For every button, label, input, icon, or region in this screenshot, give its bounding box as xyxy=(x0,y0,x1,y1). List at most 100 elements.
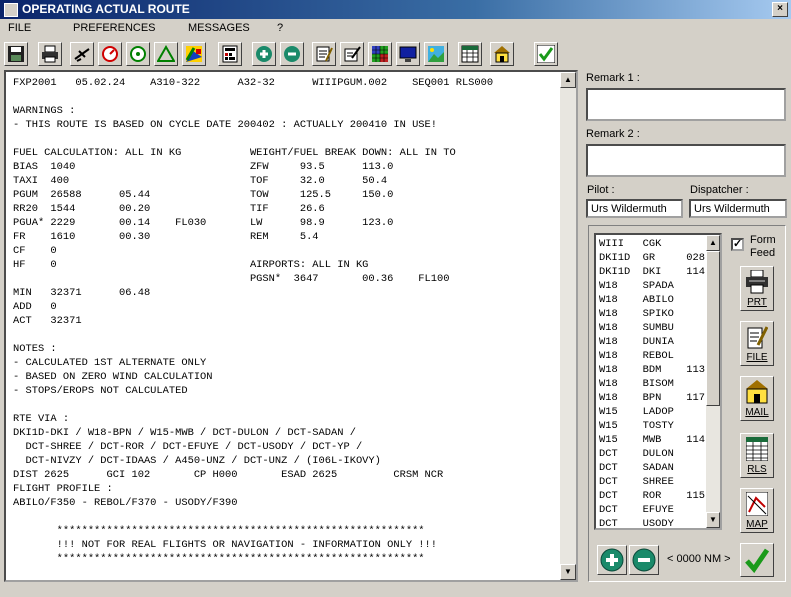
add-waypoint-button[interactable] xyxy=(597,545,627,575)
route-list-item[interactable]: W15 LADOP xyxy=(599,406,674,418)
route-list-item[interactable]: DCT EFUYE xyxy=(599,504,674,516)
dispatcher-field[interactable]: Urs Wildermuth xyxy=(689,199,787,218)
route-list-item[interactable]: DCT SHREE xyxy=(599,476,674,488)
route-list-item[interactable]: DCT USODY xyxy=(599,518,674,528)
route-list-item[interactable]: W15 TOSTY xyxy=(599,420,674,432)
route-text-line xyxy=(13,328,563,342)
calculator-icon xyxy=(222,45,238,63)
zoom-in-icon xyxy=(256,46,272,62)
ok-button[interactable] xyxy=(740,543,774,577)
route-text-line: ****************************************… xyxy=(13,553,425,565)
form-feed-checkbox[interactable]: ✓ xyxy=(731,238,744,251)
route-list-item[interactable]: W18 SUMBU xyxy=(599,322,674,334)
remark2-label: Remark 2 : xyxy=(586,128,640,140)
big-check-icon xyxy=(745,548,770,573)
list-scroll-up-button[interactable]: ▲ xyxy=(706,235,720,251)
scroll-down-button[interactable]: ▼ xyxy=(560,564,576,580)
route-list-item[interactable]: W15 MWB 114 xyxy=(599,434,705,446)
menu-preferences[interactable]: PREFERENCES xyxy=(73,22,156,34)
route-text-scrollbar[interactable]: ▲ ▼ xyxy=(560,72,576,580)
remove-waypoint-button[interactable] xyxy=(629,545,659,575)
home-button[interactable] xyxy=(490,42,514,66)
route-text-line: MIN 32371 06.48 xyxy=(13,287,151,299)
list-scroll-down-button[interactable]: ▼ xyxy=(706,512,720,528)
route-text-line: BIAS 1040 ZFW 93.5 113.0 xyxy=(13,161,394,173)
route-text-panel[interactable]: FXP2001 05.02.24 A310-322 A32-32 WIIIPGU… xyxy=(4,70,578,582)
aircraft-button[interactable] xyxy=(70,42,94,66)
monitor-icon xyxy=(399,46,417,62)
zoom-out-button[interactable] xyxy=(280,42,304,66)
menu-messages[interactable]: MESSAGES xyxy=(188,22,250,34)
print-button[interactable] xyxy=(38,42,62,66)
red-gauge-button[interactable] xyxy=(98,42,122,66)
app-icon xyxy=(4,3,18,17)
release-caption: RLS xyxy=(747,464,767,475)
route-list-item[interactable]: WIII CGK xyxy=(599,238,661,250)
calculator-button[interactable] xyxy=(218,42,242,66)
print-route-button[interactable]: PRT xyxy=(740,266,774,311)
route-text-line: RTE VIA : xyxy=(13,413,70,425)
route-list-item[interactable]: W18 REBOL xyxy=(599,350,674,362)
route-list-item[interactable]: W18 BISOM xyxy=(599,378,674,390)
zoom-out-icon xyxy=(284,46,300,62)
route-list-item[interactable]: W18 DUNIA xyxy=(599,336,674,348)
mail-route-button[interactable]: MAIL xyxy=(740,376,774,421)
green-gauge-icon xyxy=(130,46,146,62)
list-scroll-thumb[interactable] xyxy=(706,251,720,406)
route-list-item[interactable]: W18 ABILO xyxy=(599,294,674,306)
route-text-line: FXP2001 05.02.24 A310-322 A32-32 WIIIPGU… xyxy=(13,77,494,89)
monitor-button[interactable] xyxy=(396,42,420,66)
home-icon xyxy=(494,46,510,63)
route-text-line: CF 0 xyxy=(13,245,57,257)
route-text-line xyxy=(13,510,563,524)
route-list-item[interactable]: W18 BPN 117 xyxy=(599,392,705,404)
table-icon xyxy=(461,45,479,63)
dispatcher-label: Dispatcher : xyxy=(690,184,749,196)
table-button[interactable] xyxy=(458,42,482,66)
file-route-button[interactable]: FILE xyxy=(740,321,774,366)
release-button[interactable]: RLS xyxy=(740,433,774,478)
title-bar: OPERATING ACTUAL ROUTE × xyxy=(0,0,791,19)
route-text-line: DCT-SHREE / DCT-ROR / DCT-EFUYE / DCT-US… xyxy=(13,441,363,453)
chart-button[interactable] xyxy=(182,42,206,66)
menu-help[interactable]: ? xyxy=(277,22,283,34)
route-text-line: ADD 0 xyxy=(13,301,57,313)
menu-file[interactable]: FILE xyxy=(8,22,31,34)
route-list-item[interactable]: DKI1D GR 028 xyxy=(599,252,705,264)
route-list-item[interactable]: W18 SPADA xyxy=(599,280,674,292)
grid-map-button[interactable] xyxy=(368,42,392,66)
close-button[interactable]: × xyxy=(772,2,788,17)
route-list-item[interactable]: W18 SPIKO xyxy=(599,308,674,320)
triangle-button[interactable] xyxy=(154,42,178,66)
remark2-field[interactable] xyxy=(586,144,786,177)
route-list-item[interactable]: DCT DULON xyxy=(599,448,674,460)
mail-route-caption: MAIL xyxy=(745,407,769,418)
route-list-item[interactable]: DKI1D DKI 114 xyxy=(599,266,705,278)
zoom-in-button[interactable] xyxy=(252,42,276,66)
landscape-button[interactable] xyxy=(424,42,448,66)
route-list-scrollbar[interactable]: ▲ ▼ xyxy=(706,235,720,528)
route-list-item[interactable]: DCT ROR 115 xyxy=(599,490,705,502)
aircraft-icon xyxy=(74,48,90,62)
scroll-up-button[interactable]: ▲ xyxy=(560,72,576,88)
save-button[interactable] xyxy=(4,42,28,66)
route-text-line: ABILO/F350 - REBOL/F370 - USODY/F390 xyxy=(13,497,238,509)
route-list[interactable]: WIII CGK DKI1D GR 028 DKI1D DKI 114 W18 SPA… xyxy=(594,233,722,530)
map-icon xyxy=(746,492,768,516)
edit-document-button[interactable] xyxy=(312,42,336,66)
route-text-line: WARNINGS : xyxy=(13,105,76,117)
route-list-item[interactable]: DCT SADAN xyxy=(599,462,674,474)
remark1-field[interactable] xyxy=(586,88,786,121)
route-text-line: - STOPS/EROPS NOT CALCULATED xyxy=(13,385,188,397)
route-text-line: PGSN* 3647 00.36 FL100 xyxy=(13,273,450,285)
mail-icon xyxy=(746,380,768,404)
confirm-button[interactable] xyxy=(534,42,558,66)
green-gauge-button[interactable] xyxy=(126,42,150,66)
pilot-field[interactable]: Urs Wildermuth xyxy=(586,199,683,218)
route-list-item[interactable]: W18 BDM 113 xyxy=(599,364,705,376)
toolbar xyxy=(0,40,791,70)
pen-document-button[interactable] xyxy=(340,42,364,66)
route-text-line: NOTES : xyxy=(13,343,57,355)
file-pen-icon xyxy=(747,326,768,349)
map-button[interactable]: MAP xyxy=(740,488,774,533)
